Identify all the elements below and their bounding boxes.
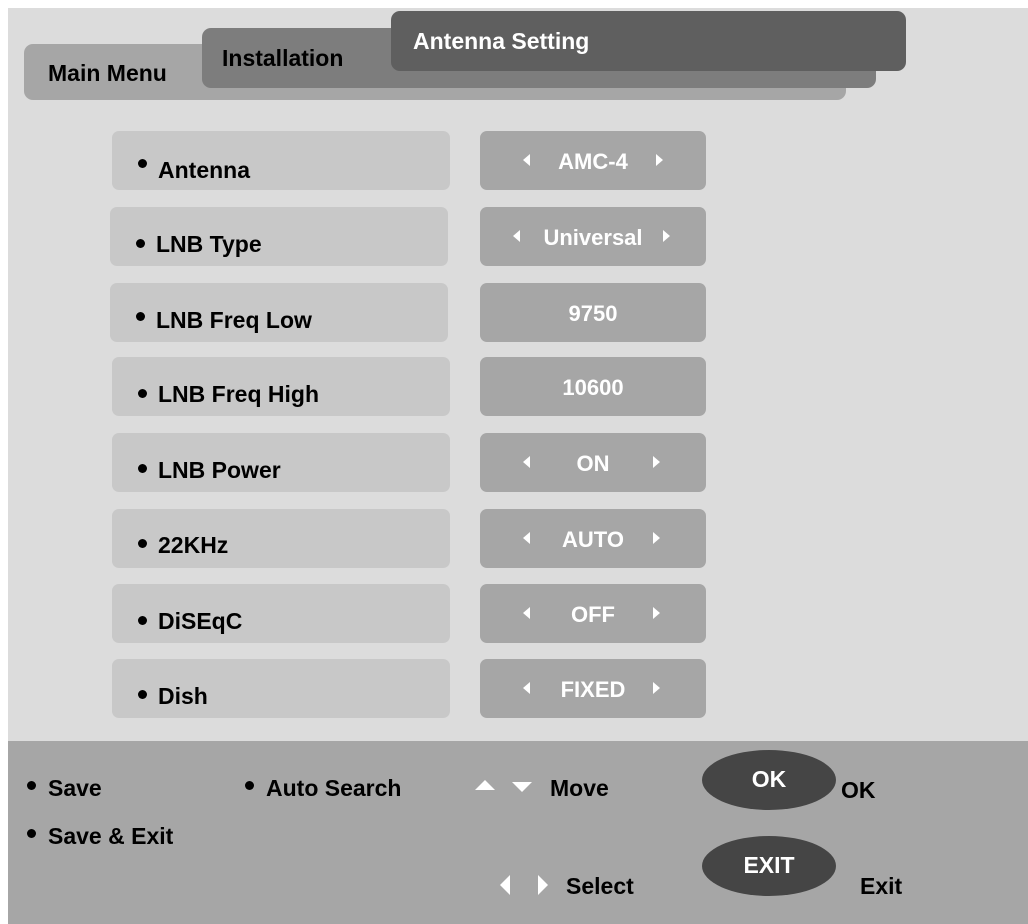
setting-antenna-value-text: AMC-4	[558, 149, 628, 174]
help-auto-search: Auto Search	[266, 775, 402, 801]
exit-button[interactable]: EXIT	[702, 836, 836, 896]
setting-lnb-freq-high-label: LNB Freq High	[158, 381, 319, 407]
exit-button-label: EXIT	[743, 852, 795, 878]
bullet-icon	[138, 690, 147, 699]
bullet-icon	[136, 312, 145, 321]
tab-installation-label: Installation	[222, 45, 344, 71]
tab-antenna-setting-label: Antenna Setting	[413, 28, 590, 54]
setting-lnb-freq-high-row[interactable]: LNB Freq High	[112, 357, 450, 416]
arrow-right-icon[interactable]	[653, 532, 660, 544]
setting-antenna-label: Antenna	[158, 157, 250, 183]
setting-diseqc-value[interactable]: OFF	[480, 584, 706, 643]
arrow-down-icon	[512, 782, 532, 792]
setting-lnb-type-value-text: Universal	[543, 225, 643, 250]
bullet-icon	[27, 781, 36, 790]
help-exit: Exit	[860, 873, 903, 899]
arrow-left-icon	[500, 875, 510, 895]
bullet-icon	[138, 389, 147, 398]
arrow-right-icon[interactable]	[653, 682, 660, 694]
setting-lnb-power-value[interactable]: ON	[480, 433, 706, 492]
setting-22khz-value-text: AUTO	[562, 527, 624, 552]
setting-lnb-freq-low-label: LNB Freq Low	[156, 307, 312, 333]
setting-lnb-type-row[interactable]: LNB Type	[110, 207, 448, 266]
setting-22khz-label: 22KHz	[158, 532, 229, 558]
ok-button[interactable]: OK	[702, 750, 836, 810]
setting-22khz-row[interactable]: 22KHz	[112, 509, 450, 568]
setting-dish-value-text: FIXED	[560, 677, 626, 702]
bullet-icon	[138, 159, 147, 168]
setting-22khz-value[interactable]: AUTO	[480, 509, 706, 568]
setting-antenna-value[interactable]: AMC-4	[480, 131, 706, 190]
setting-dish-value[interactable]: FIXED	[480, 659, 706, 718]
setting-lnb-freq-low-value[interactable]: 9750	[480, 283, 706, 342]
setting-lnb-power-value-text: ON	[576, 451, 610, 476]
setting-lnb-freq-low-row[interactable]: LNB Freq Low	[110, 283, 448, 342]
setting-dish-label: Dish	[158, 683, 208, 709]
setting-lnb-type-label: LNB Type	[156, 231, 262, 257]
arrow-right-icon[interactable]	[656, 154, 663, 166]
bullet-icon	[245, 781, 254, 790]
setting-lnb-type-value[interactable]: Universal	[480, 207, 706, 266]
setting-antenna-row[interactable]: Antenna	[112, 131, 450, 190]
bullet-icon	[27, 829, 36, 838]
bullet-icon	[138, 616, 147, 625]
arrow-up-icon	[475, 780, 495, 790]
setting-diseqc-label: DiSEqC	[158, 608, 243, 634]
help-select: Select	[566, 873, 634, 899]
setting-lnb-power-row[interactable]: LNB Power	[112, 433, 450, 492]
help-save: Save	[48, 775, 102, 801]
arrow-right-icon[interactable]	[663, 230, 670, 242]
setting-dish-row[interactable]: Dish	[112, 659, 450, 718]
arrow-right-icon[interactable]	[653, 456, 660, 468]
arrow-right-icon	[538, 875, 548, 895]
ok-button-label: OK	[751, 766, 787, 792]
help-ok: OK	[841, 777, 876, 803]
setting-lnb-power-label: LNB Power	[158, 457, 281, 483]
setting-diseqc-value-text: OFF	[571, 602, 615, 627]
bullet-icon	[138, 464, 147, 473]
help-save-exit: Save & Exit	[48, 823, 174, 849]
arrow-right-icon[interactable]	[653, 607, 660, 619]
setting-diseqc-row[interactable]: DiSEqC	[112, 584, 450, 643]
bullet-icon	[138, 539, 147, 548]
tab-main-menu-label: Main Menu	[48, 60, 167, 86]
bullet-icon	[136, 239, 145, 248]
setting-lnb-freq-high-value[interactable]: 10600	[480, 357, 706, 416]
help-move: Move	[550, 775, 609, 801]
setting-lnb-freq-low-value-text: 9750	[568, 301, 618, 326]
setting-lnb-freq-high-value-text: 10600	[562, 375, 624, 400]
